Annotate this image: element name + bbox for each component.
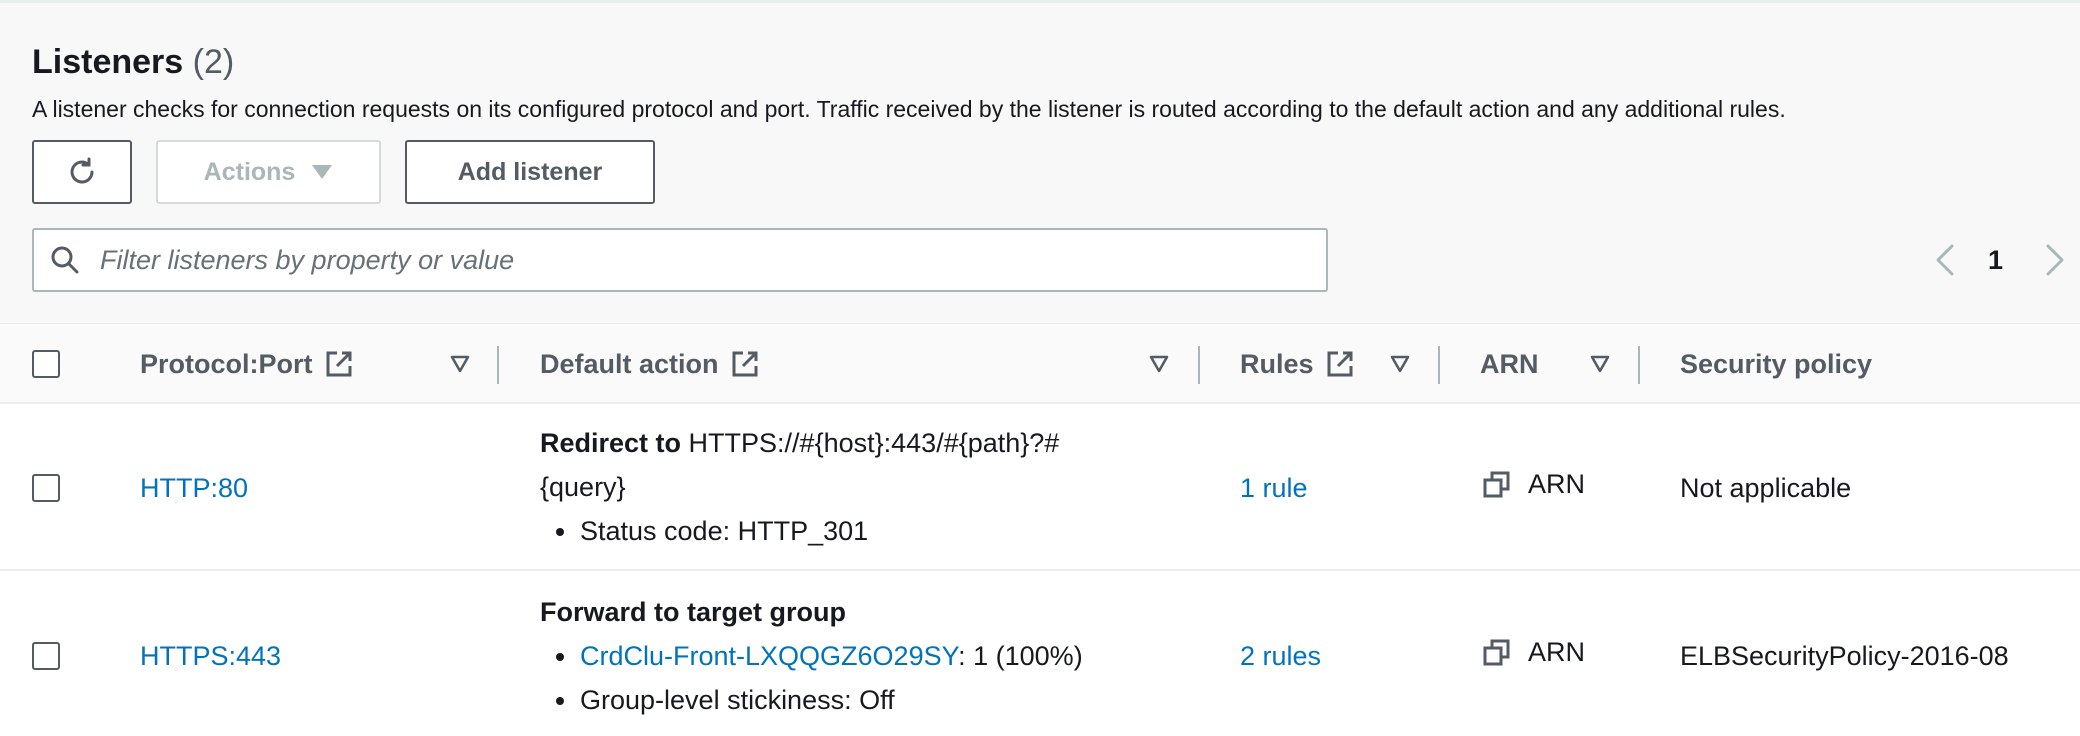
sort-caret-icon[interactable] [1147, 352, 1171, 376]
actions-label: Actions [203, 157, 296, 186]
column-divider[interactable] [497, 346, 499, 384]
default-action: Forward to target group CrdClu-Front-LXQ… [540, 590, 1180, 722]
status-code: Status code: HTTP_301 [540, 509, 1160, 553]
search-icon [50, 245, 80, 275]
security-policy: Not applicable [1680, 473, 1852, 503]
security-policy: ELBSecurityPolicy-2016-08 [1680, 641, 2009, 671]
column-divider[interactable] [1638, 346, 1640, 384]
column-arn[interactable]: ARN [1480, 324, 1539, 404]
action-title: Forward to target group [540, 597, 846, 627]
table-header: Protocol:Port Default action Rules ARN S… [0, 324, 2080, 404]
page-description: A listener checks for connection request… [32, 96, 1786, 122]
column-divider[interactable] [1438, 346, 1440, 384]
arn-label: ARN [1528, 469, 1586, 499]
listeners-table: Protocol:Port Default action Rules ARN S… [0, 323, 2080, 736]
action-target-continued: {query} [540, 472, 626, 502]
action-title: Redirect to [540, 428, 682, 458]
row-checkbox[interactable] [32, 474, 60, 502]
stickiness: Group-level stickiness: Off [540, 678, 1180, 722]
column-rules[interactable]: Rules [1240, 324, 1354, 404]
action-target: HTTPS://#{host}:443/#{path}?# [688, 428, 1060, 458]
row-divider [0, 569, 2080, 571]
column-protocol-port-label: Protocol:Port [140, 348, 313, 379]
copy-arn-button[interactable]: ARN [1482, 469, 1585, 500]
add-listener-button[interactable]: Add listener [405, 140, 655, 204]
column-divider[interactable] [1198, 346, 1200, 384]
actions-dropdown[interactable]: Actions [156, 140, 381, 204]
current-page[interactable]: 1 [1988, 238, 2003, 282]
protocol-port-link[interactable]: HTTP:80 [140, 466, 248, 510]
target-group-item: CrdClu-Front-LXQQGZ6O29SY: 1 (100%) [540, 634, 1180, 678]
refresh-icon [70, 157, 94, 184]
external-link-icon [1327, 351, 1353, 377]
filter-input-placeholder[interactable]: Filter listeners by property or value [100, 245, 514, 276]
prev-page-button[interactable] [1930, 238, 1960, 282]
default-action: Redirect to HTTPS://#{host}:443/#{path}?… [540, 421, 1160, 553]
title-text: Listeners [32, 43, 184, 81]
filter-bar[interactable]: Filter listeners by property or value [32, 228, 1328, 292]
column-arn-label: ARN [1480, 348, 1539, 379]
sort-caret-icon[interactable] [1588, 352, 1612, 376]
select-all-checkbox[interactable] [32, 350, 60, 378]
column-security-policy[interactable]: Security policy [1680, 324, 1872, 404]
protocol-port-link[interactable]: HTTPS:443 [140, 634, 281, 678]
column-security-policy-label: Security policy [1680, 348, 1873, 379]
page-title: Listeners (2) [32, 40, 234, 84]
row-checkbox[interactable] [32, 642, 60, 670]
copy-icon [1483, 471, 1510, 497]
target-group-link[interactable]: CrdClu-Front-LXQQGZ6O29SY [580, 641, 958, 671]
chevron-right-icon [2046, 244, 2064, 276]
rules-link[interactable]: 2 rules [1240, 634, 1321, 678]
copy-arn-button[interactable]: ARN [1482, 637, 1585, 668]
target-group-weight: : 1 (100%) [958, 641, 1083, 671]
arn-label: ARN [1528, 637, 1586, 667]
rules-link[interactable]: 1 rule [1240, 466, 1308, 510]
column-protocol-port[interactable]: Protocol:Port [140, 324, 353, 404]
column-default-action[interactable]: Default action [540, 324, 759, 404]
external-link-icon [326, 351, 351, 377]
listener-count: (2) [192, 43, 235, 81]
refresh-button[interactable] [32, 140, 132, 204]
sort-caret-icon[interactable] [1388, 352, 1412, 376]
column-default-action-label: Default action [540, 348, 719, 379]
external-link-icon [732, 351, 758, 377]
sort-caret-icon[interactable] [448, 352, 472, 376]
chevron-left-icon [1936, 244, 1954, 276]
copy-icon [1483, 639, 1510, 665]
top-border [0, 0, 2080, 3]
caret-down-icon [312, 165, 333, 179]
next-page-button[interactable] [2040, 238, 2070, 282]
column-rules-label: Rules [1240, 348, 1314, 379]
